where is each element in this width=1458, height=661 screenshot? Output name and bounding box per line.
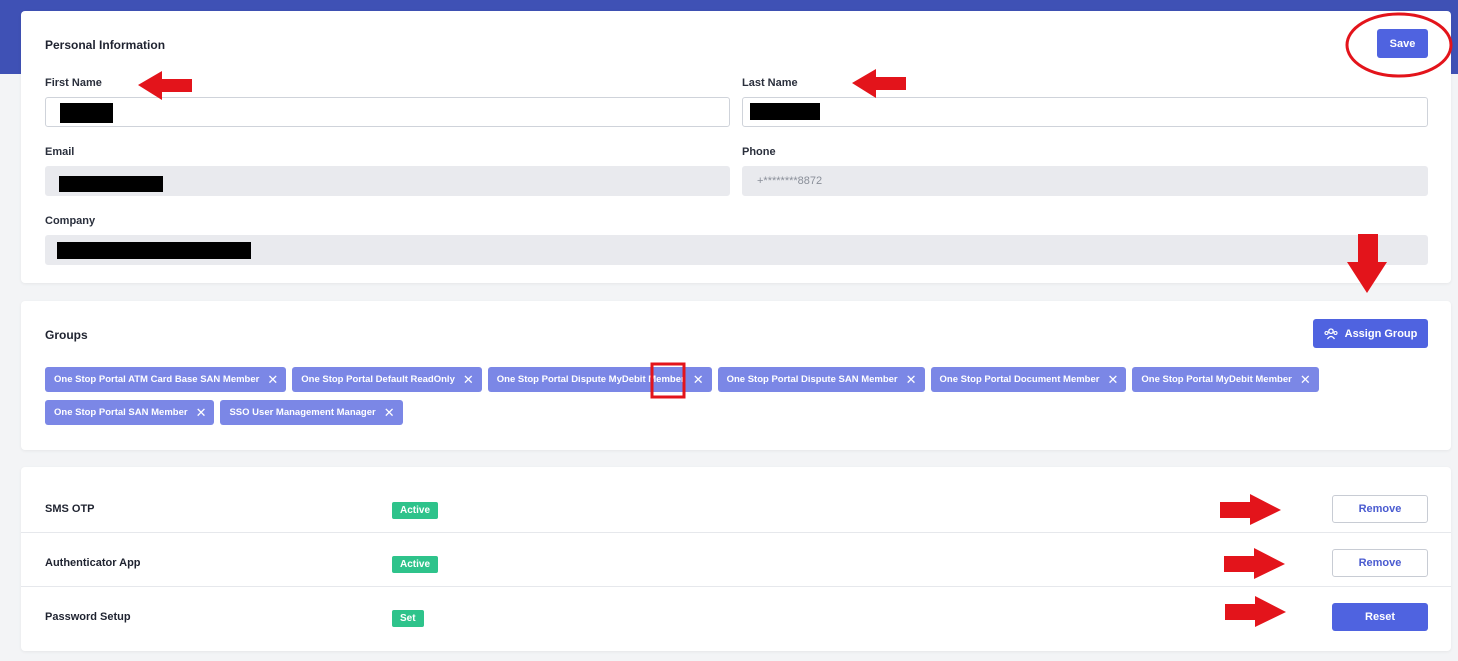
status-badge: Active bbox=[392, 556, 439, 573]
close-icon[interactable]: ✕ bbox=[463, 373, 474, 386]
last-name-input[interactable] bbox=[742, 97, 1428, 127]
close-icon[interactable]: ✕ bbox=[196, 406, 207, 419]
first-name-input[interactable] bbox=[45, 97, 730, 127]
assign-group-label: Assign Group bbox=[1344, 327, 1418, 340]
group-chip-label: One Stop Portal Document Member bbox=[939, 374, 1100, 385]
group-chip-label: One Stop Portal Dispute MyDebit Member bbox=[496, 374, 685, 385]
personal-info-title: Personal Information bbox=[45, 38, 166, 52]
auth-method-label: Authenticator App bbox=[45, 557, 141, 569]
redacted-email bbox=[59, 176, 163, 192]
group-chip: One Stop Portal Dispute SAN Member ✕ bbox=[717, 367, 925, 392]
group-chip-label: SSO User Management Manager bbox=[229, 407, 376, 418]
first-name-label: First Name bbox=[45, 77, 102, 89]
group-chip-label: One Stop Portal MyDebit Member bbox=[1141, 374, 1292, 385]
email-input[interactable] bbox=[45, 166, 730, 196]
redacted-company bbox=[57, 242, 251, 259]
remove-authenticator-button[interactable]: Remove bbox=[1332, 549, 1428, 577]
close-icon[interactable]: ✕ bbox=[906, 373, 917, 386]
groups-card: Groups Assign Group One Stop Portal ATM … bbox=[21, 301, 1451, 450]
groups-title: Groups bbox=[45, 328, 88, 342]
auth-method-label: Password Setup bbox=[45, 611, 131, 623]
group-chip: One Stop Portal Default ReadOnly ✕ bbox=[292, 367, 482, 392]
close-icon[interactable]: ✕ bbox=[384, 406, 395, 419]
group-chip: One Stop Portal Document Member ✕ bbox=[930, 367, 1127, 392]
close-icon[interactable]: ✕ bbox=[1107, 373, 1118, 386]
users-group-icon bbox=[1324, 327, 1338, 339]
company-label: Company bbox=[45, 215, 96, 227]
close-icon[interactable]: ✕ bbox=[693, 373, 704, 386]
auth-method-label: SMS OTP bbox=[45, 503, 95, 515]
group-chip-label: One Stop Portal ATM Card Base SAN Member bbox=[54, 374, 260, 385]
save-button[interactable]: Save bbox=[1377, 29, 1428, 58]
personal-information-card: Personal Information Save First Name Las… bbox=[21, 11, 1451, 283]
email-label: Email bbox=[45, 146, 75, 158]
phone-value: +********8872 bbox=[757, 175, 823, 187]
close-icon[interactable]: ✕ bbox=[1300, 373, 1311, 386]
status-badge: Set bbox=[392, 610, 424, 627]
close-icon[interactable]: ✕ bbox=[267, 373, 278, 386]
company-input[interactable] bbox=[45, 235, 1428, 265]
group-chip: One Stop Portal SAN Member ✕ bbox=[45, 400, 215, 425]
group-chip-list: One Stop Portal ATM Card Base SAN Member… bbox=[45, 367, 1435, 425]
group-chip-label: One Stop Portal Dispute SAN Member bbox=[726, 374, 898, 385]
auth-row-sms-otp: SMS OTP Active Remove bbox=[21, 479, 1451, 533]
redacted-last-name bbox=[750, 103, 820, 120]
group-chip: One Stop Portal MyDebit Member ✕ bbox=[1132, 367, 1319, 392]
group-chip-label: One Stop Portal Default ReadOnly bbox=[301, 374, 455, 385]
last-name-label: Last Name bbox=[742, 77, 798, 89]
phone-input[interactable]: +********8872 bbox=[742, 166, 1428, 196]
status-badge: Active bbox=[392, 502, 439, 519]
auth-row-authenticator-app: Authenticator App Active Remove bbox=[21, 533, 1451, 587]
group-chip: SSO User Management Manager ✕ bbox=[220, 400, 403, 425]
authentication-methods-card: SMS OTP Active Remove Authenticator App … bbox=[21, 467, 1451, 651]
remove-sms-otp-button[interactable]: Remove bbox=[1332, 495, 1428, 523]
group-chip: One Stop Portal ATM Card Base SAN Member… bbox=[45, 367, 287, 392]
assign-group-button[interactable]: Assign Group bbox=[1313, 319, 1428, 348]
redacted-first-name bbox=[60, 103, 113, 123]
reset-password-button[interactable]: Reset bbox=[1332, 603, 1428, 631]
auth-row-password-setup: Password Setup Set Reset bbox=[21, 587, 1451, 641]
group-chip: One Stop Portal Dispute MyDebit Member ✕ bbox=[487, 367, 712, 392]
group-chip-label: One Stop Portal SAN Member bbox=[54, 407, 188, 418]
phone-label: Phone bbox=[742, 146, 776, 158]
